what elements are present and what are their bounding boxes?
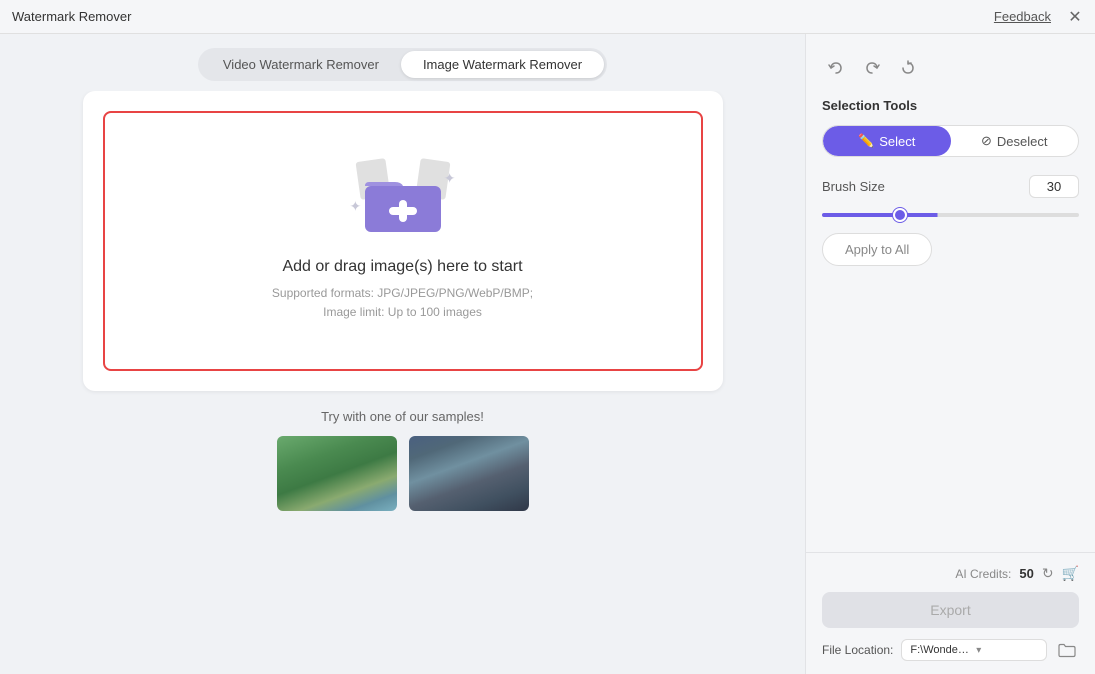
file-location-row: File Location: F:\Wondershare UniCon ▾ xyxy=(822,638,1079,662)
select-button[interactable]: ✏️ Select xyxy=(823,126,951,156)
drop-zone[interactable]: ✦ ✦ Add or drag image(s) here to start S… xyxy=(103,111,703,371)
samples-label: Try with one of our samples! xyxy=(83,409,723,424)
tab-container: Video Watermark Remover Image Watermark … xyxy=(198,48,607,81)
folder-icon-wrapper: ✦ ✦ xyxy=(358,160,448,240)
export-button[interactable]: Export xyxy=(822,592,1079,628)
apply-to-all-button[interactable]: Apply to All xyxy=(822,233,932,266)
title-bar: Watermark Remover Feedback ✕ xyxy=(0,0,1095,34)
ai-credits-label: AI Credits: xyxy=(955,567,1011,581)
open-folder-button[interactable] xyxy=(1055,638,1079,662)
deselect-button[interactable]: ⊘ Deselect xyxy=(951,126,1079,156)
pencil-icon: ✏️ xyxy=(858,133,874,149)
dropdown-arrow-icon: ▾ xyxy=(976,645,1038,656)
eraser-icon: ⊘ xyxy=(981,133,992,149)
brush-size-row: Brush Size 30 xyxy=(822,175,1079,198)
file-location-label: File Location: xyxy=(822,643,893,657)
tab-video[interactable]: Video Watermark Remover xyxy=(201,51,401,78)
tools-section: Selection Tools ✏️ Select ⊘ Deselect Bru… xyxy=(806,34,1095,552)
brush-size-label: Brush Size xyxy=(822,179,885,194)
rotate-button[interactable] xyxy=(894,54,922,82)
drop-zone-title: Add or drag image(s) here to start xyxy=(282,258,522,276)
drop-zone-line1: Supported formats: JPG/JPEG/PNG/WebP/BMP… xyxy=(272,286,533,300)
close-button[interactable]: ✕ xyxy=(1067,9,1083,25)
ai-credits-value: 50 xyxy=(1019,566,1033,581)
refresh-credits-icon[interactable]: ↻ xyxy=(1042,565,1054,582)
sample-image-2[interactable] xyxy=(409,436,529,511)
sparkle-right-icon: ✦ xyxy=(444,170,456,187)
tab-bar: Video Watermark Remover Image Watermark … xyxy=(0,34,805,91)
drop-zone-sub: Supported formats: JPG/JPEG/PNG/WebP/BMP… xyxy=(272,284,533,322)
title-actions: Feedback ✕ xyxy=(994,9,1083,25)
sample-image-1[interactable] xyxy=(277,436,397,511)
selection-tools-title: Selection Tools xyxy=(822,98,1079,113)
file-location-path: F:\Wondershare UniCon xyxy=(910,644,972,656)
content-area: ✦ ✦ Add or drag image(s) here to start S… xyxy=(0,91,805,674)
right-bottom: AI Credits: 50 ↻ 🛒 Export File Location:… xyxy=(806,552,1095,674)
tab-image[interactable]: Image Watermark Remover xyxy=(401,51,604,78)
credits-row: AI Credits: 50 ↻ 🛒 xyxy=(822,565,1079,582)
drop-card: ✦ ✦ Add or drag image(s) here to start S… xyxy=(83,91,723,391)
samples-area: Try with one of our samples! xyxy=(83,409,723,511)
app-title: Watermark Remover xyxy=(12,9,131,24)
drop-zone-line2: Image limit: Up to 100 images xyxy=(323,305,482,319)
feedback-link[interactable]: Feedback xyxy=(994,9,1051,24)
selection-buttons: ✏️ Select ⊘ Deselect xyxy=(822,125,1079,157)
history-toolbar xyxy=(822,54,1079,82)
brush-size-value: 30 xyxy=(1029,175,1079,198)
brush-size-slider[interactable] xyxy=(822,213,1079,217)
samples-row xyxy=(83,436,723,511)
undo-button[interactable] xyxy=(822,54,850,82)
main-area: Video Watermark Remover Image Watermark … xyxy=(0,34,805,674)
sparkle-left-icon: ✦ xyxy=(350,198,362,215)
app-body: Video Watermark Remover Image Watermark … xyxy=(0,34,1095,674)
folder-main-icon xyxy=(363,170,443,240)
right-panel: Selection Tools ✏️ Select ⊘ Deselect Bru… xyxy=(805,34,1095,674)
file-location-select[interactable]: F:\Wondershare UniCon ▾ xyxy=(901,639,1047,661)
redo-button[interactable] xyxy=(858,54,886,82)
cart-icon[interactable]: 🛒 xyxy=(1062,565,1079,582)
